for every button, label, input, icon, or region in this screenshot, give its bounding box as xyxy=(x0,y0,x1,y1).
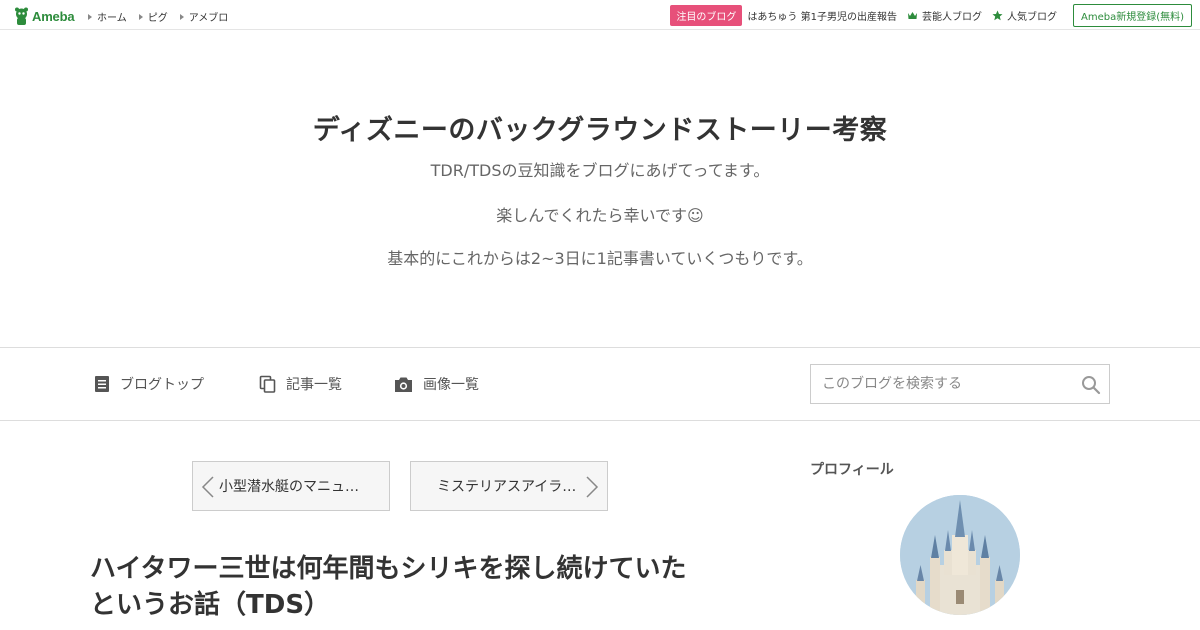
star-icon xyxy=(992,10,1003,20)
header-right: 注目のブログ はあちゅう 第1子男児の出産報告 芸能人ブログ 人気ブログ Ame… xyxy=(670,0,1200,30)
copy-icon xyxy=(259,375,276,393)
global-header: Ameba ホーム ピグ アメブロ 注目のブログ はあちゅう 第1子男児の出産報… xyxy=(0,0,1200,30)
popular-blog-label: 人気ブログ xyxy=(1006,11,1057,23)
blog-top-link[interactable]: ブログトップ xyxy=(94,374,204,394)
blog-top-label: ブログトップ xyxy=(120,377,204,393)
nav-home-link[interactable]: ホーム xyxy=(88,9,127,24)
nav-home-label: ホーム xyxy=(97,13,127,24)
nav-pigg-link[interactable]: ピグ xyxy=(138,9,168,24)
image-list-link[interactable]: 画像一覧 xyxy=(394,374,479,394)
chevron-left-icon xyxy=(201,476,214,498)
chevron-right-icon xyxy=(586,476,599,498)
global-nav: ホーム ピグ アメブロ xyxy=(88,9,228,24)
article-title-line: ハイタワー三世は何年間もシリキを探し続けていた xyxy=(90,554,687,584)
nav-ameblo-label: アメブロ xyxy=(188,13,229,24)
previous-article-title: 小型潜水艇のマニュ… xyxy=(219,479,359,495)
logo-text: Ameba xyxy=(32,8,75,24)
ameba-logo[interactable]: Ameba xyxy=(14,6,75,26)
image-list-label: 画像一覧 xyxy=(423,377,479,393)
arrow-icon xyxy=(179,13,184,20)
celebrity-blog-link[interactable]: 芸能人ブログ xyxy=(907,8,982,23)
article-title-line: というお話（TDS） xyxy=(90,590,331,620)
arrow-icon xyxy=(88,13,92,20)
castle-image xyxy=(900,495,1020,615)
nav-ameblo-link[interactable]: アメブロ xyxy=(179,9,229,24)
blog-description-line: TDR/TDSの豆知識をブログにあげてってます。 xyxy=(430,161,770,180)
blog-nav-bar: ブログトップ 記事一覧 画像一覧 xyxy=(0,347,1200,421)
article-list-label: 記事一覧 xyxy=(286,377,342,393)
ameba-mascot-icon xyxy=(15,7,28,25)
blog-description-line: 基本的にこれからは2~3日に1記事書いていくつもりです。 xyxy=(387,249,813,268)
next-article-button[interactable]: ミステリアスアイラ… xyxy=(410,461,608,511)
blog-search xyxy=(810,364,1110,404)
nav-pigg-label: ピグ xyxy=(147,13,168,24)
featured-badge: 注目のブログ xyxy=(670,4,743,26)
blog-description-line: 楽しんでくれたら幸いです☺ xyxy=(496,206,704,225)
article-list-link[interactable]: 記事一覧 xyxy=(259,374,342,394)
signup-button[interactable]: Ameba新規登録(無料) xyxy=(1072,3,1192,27)
popular-blog-link[interactable]: 人気ブログ xyxy=(992,8,1057,23)
search-input[interactable] xyxy=(811,365,1071,403)
arrow-icon xyxy=(138,13,143,20)
document-icon xyxy=(95,376,109,392)
celebrity-blog-label: 芸能人ブログ xyxy=(921,11,982,23)
search-icon[interactable] xyxy=(1081,375,1101,395)
featured-blog-link[interactable]: はあちゅう 第1子男児の出産報告 xyxy=(747,8,897,23)
previous-article-button[interactable]: 小型潜水艇のマニュ… xyxy=(192,461,390,511)
crown-icon xyxy=(907,11,917,19)
blog-title[interactable]: ディズニーのバックグラウンドストーリー考察 xyxy=(0,108,1200,147)
profile-heading: プロフィール xyxy=(810,462,894,478)
next-article-title: ミステリアスアイラ… xyxy=(437,479,577,495)
article-title[interactable]: ハイタワー三世は何年間もシリキを探し続けていた というお話（TDS） xyxy=(90,551,730,623)
camera-icon xyxy=(395,377,412,392)
profile-avatar[interactable] xyxy=(900,495,1020,615)
